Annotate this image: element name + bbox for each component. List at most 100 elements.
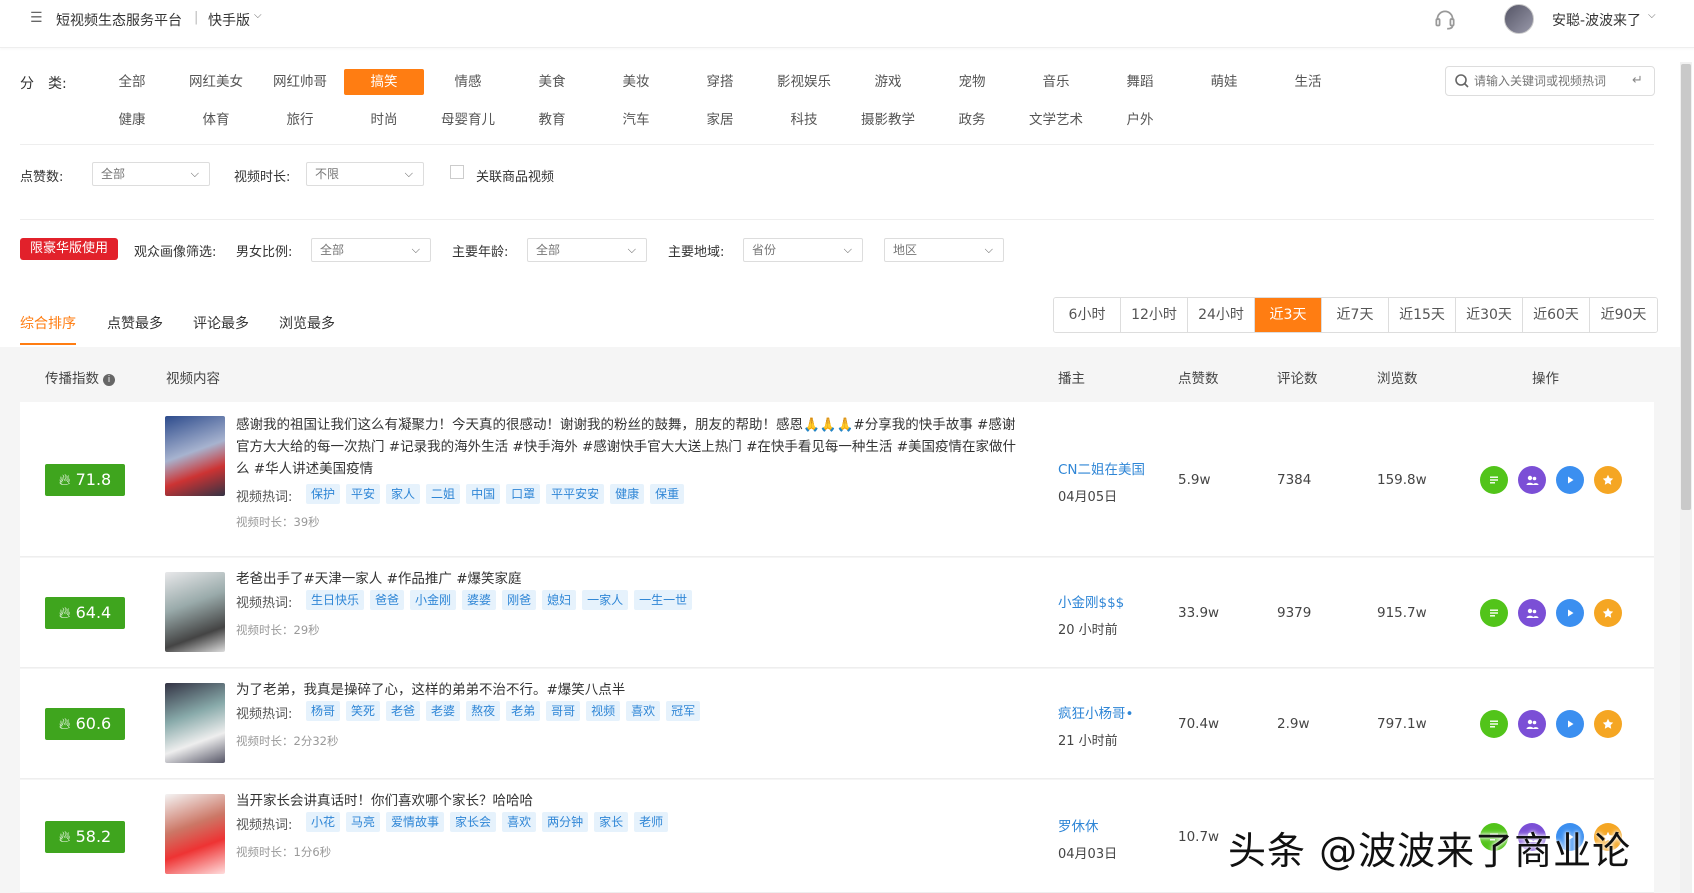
- category-item[interactable]: 旅行: [260, 107, 340, 133]
- sort-tab-likes[interactable]: 点赞最多: [107, 313, 163, 333]
- play-icon[interactable]: [1556, 599, 1584, 627]
- category-item[interactable]: 美妆: [596, 69, 676, 95]
- detail-icon[interactable]: [1480, 466, 1508, 494]
- favorite-icon[interactable]: [1594, 599, 1622, 627]
- hot-word-tag[interactable]: 小金刚: [410, 590, 457, 610]
- time-range-button[interactable]: 近60天: [1523, 298, 1590, 332]
- time-range-button[interactable]: 近3天: [1255, 298, 1322, 332]
- favorite-icon[interactable]: [1594, 466, 1622, 494]
- hot-word-tag[interactable]: 老婆: [426, 701, 461, 721]
- category-item[interactable]: 美食: [512, 69, 592, 95]
- category-item[interactable]: 汽车: [596, 107, 676, 133]
- category-item[interactable]: 游戏: [848, 69, 928, 95]
- play-icon[interactable]: [1556, 466, 1584, 494]
- video-title[interactable]: 为了老弟，我真是操碎了心，这样的弟弟不治不行。#爆笑八点半: [236, 679, 1026, 701]
- scrollbar-thumb[interactable]: [1681, 64, 1691, 510]
- category-item[interactable]: 全部: [92, 69, 172, 95]
- area-select[interactable]: 地区 ⌵: [884, 238, 1004, 262]
- sort-tab-comments[interactable]: 评论最多: [193, 313, 249, 333]
- time-range-button[interactable]: 近90天: [1590, 298, 1657, 332]
- video-thumbnail[interactable]: [165, 683, 225, 763]
- hot-word-tag[interactable]: 刚爸: [502, 590, 537, 610]
- video-title[interactable]: 当开家长会讲真话时！你们喜欢哪个家长？哈哈哈: [236, 790, 1026, 812]
- category-item[interactable]: 文学艺术: [1016, 107, 1096, 133]
- sort-tab-composite[interactable]: 综合排序: [20, 313, 76, 333]
- hot-word-tag[interactable]: 老弟: [506, 701, 541, 721]
- time-range-button[interactable]: 12小时: [1121, 298, 1188, 332]
- hot-word-tag[interactable]: 媳妇: [542, 590, 577, 610]
- hot-word-tag[interactable]: 家长: [594, 812, 629, 832]
- category-item[interactable]: 网红帅哥: [260, 69, 340, 95]
- hot-word-tag[interactable]: 老师: [634, 812, 669, 832]
- hot-word-tag[interactable]: 喜欢: [626, 701, 661, 721]
- scrollbar[interactable]: [1680, 62, 1692, 893]
- username[interactable]: 安聪-波波来了: [1552, 10, 1641, 30]
- gender-select[interactable]: 全部 ⌵: [311, 238, 431, 262]
- time-range-button[interactable]: 近30天: [1456, 298, 1523, 332]
- category-item[interactable]: 萌娃: [1184, 69, 1264, 95]
- category-item[interactable]: 科技: [764, 107, 844, 133]
- hot-word-tag[interactable]: 哥哥: [546, 701, 581, 721]
- hot-word-tag[interactable]: 中国: [466, 484, 501, 504]
- hot-word-tag[interactable]: 保护: [306, 484, 341, 504]
- detail-icon[interactable]: [1480, 599, 1508, 627]
- detail-icon[interactable]: [1480, 710, 1508, 738]
- province-select[interactable]: 省份 ⌵: [743, 238, 863, 262]
- hot-word-tag[interactable]: 婆婆: [462, 590, 497, 610]
- category-item[interactable]: 生活: [1268, 69, 1348, 95]
- category-item[interactable]: 搞笑: [344, 69, 424, 95]
- hot-word-tag[interactable]: 口罩: [506, 484, 541, 504]
- audience-icon[interactable]: [1518, 599, 1546, 627]
- hot-word-tag[interactable]: 二姐: [426, 484, 461, 504]
- play-icon[interactable]: [1556, 710, 1584, 738]
- hot-word-tag[interactable]: 平平安安: [546, 484, 605, 504]
- audience-icon[interactable]: [1518, 710, 1546, 738]
- category-item[interactable]: 情感: [428, 69, 508, 95]
- favorite-icon[interactable]: [1594, 710, 1622, 738]
- time-range-button[interactable]: 近15天: [1389, 298, 1456, 332]
- video-thumbnail[interactable]: [165, 794, 225, 874]
- category-item[interactable]: 时尚: [344, 107, 424, 133]
- hot-word-tag[interactable]: 喜欢: [502, 812, 537, 832]
- anchor-name[interactable]: 小金刚$$$: [1058, 591, 1124, 611]
- info-icon[interactable]: i: [103, 374, 115, 386]
- category-item[interactable]: 家居: [680, 107, 760, 133]
- category-item[interactable]: 舞蹈: [1100, 69, 1180, 95]
- headset-icon[interactable]: [1432, 6, 1458, 32]
- hot-word-tag[interactable]: 平安: [346, 484, 381, 504]
- hot-word-tag[interactable]: 爱情故事: [386, 812, 445, 832]
- hot-word-tag[interactable]: 杨哥: [306, 701, 341, 721]
- chevron-down-icon[interactable]: ⌵: [1648, 10, 1656, 21]
- anchor-name[interactable]: 疯狂小杨哥•: [1058, 702, 1133, 722]
- edition-selector[interactable]: 快手版: [208, 10, 250, 30]
- hot-word-tag[interactable]: 马亮: [346, 812, 381, 832]
- hot-word-tag[interactable]: 老爸: [386, 701, 421, 721]
- video-title[interactable]: 感谢我的祖国让我们这么有凝聚力！今天真的很感动！谢谢我的粉丝的鼓舞，朋友的帮助！…: [236, 414, 1026, 480]
- category-item[interactable]: 宠物: [932, 69, 1012, 95]
- chevron-down-icon[interactable]: ⌵: [254, 10, 262, 21]
- hot-word-tag[interactable]: 冠军: [666, 701, 701, 721]
- category-item[interactable]: 教育: [512, 107, 592, 133]
- category-item[interactable]: 影视娱乐: [764, 69, 844, 95]
- anchor-name[interactable]: CN二姐在美国: [1058, 458, 1145, 478]
- category-item[interactable]: 体育: [176, 107, 256, 133]
- time-range-button[interactable]: 24小时: [1188, 298, 1255, 332]
- time-range-button[interactable]: 6小时: [1054, 298, 1121, 332]
- age-select[interactable]: 全部 ⌵: [527, 238, 647, 262]
- likes-select[interactable]: 全部 ⌵: [92, 162, 210, 186]
- duration-select[interactable]: 不限 ⌵: [306, 162, 424, 186]
- video-title[interactable]: 老爸出手了#天津一家人 #作品推广 #爆笑家庭: [236, 568, 1026, 590]
- hot-word-tag[interactable]: 视频: [586, 701, 621, 721]
- anchor-name[interactable]: 罗休休: [1058, 815, 1099, 835]
- sort-tab-views[interactable]: 浏览最多: [279, 313, 335, 333]
- related-goods-checkbox[interactable]: [450, 165, 464, 179]
- hot-word-tag[interactable]: 家长会: [450, 812, 497, 832]
- hot-word-tag[interactable]: 生日快乐: [306, 590, 365, 610]
- category-item[interactable]: 网红美女: [176, 69, 256, 95]
- hot-word-tag[interactable]: 小花: [306, 812, 341, 832]
- hot-word-tag[interactable]: 熬夜: [466, 701, 501, 721]
- menu-icon[interactable]: ☰: [30, 10, 43, 26]
- hot-word-tag[interactable]: 家人: [386, 484, 421, 504]
- search-input[interactable]: [1474, 71, 1628, 91]
- hot-word-tag[interactable]: 爸爸: [370, 590, 405, 610]
